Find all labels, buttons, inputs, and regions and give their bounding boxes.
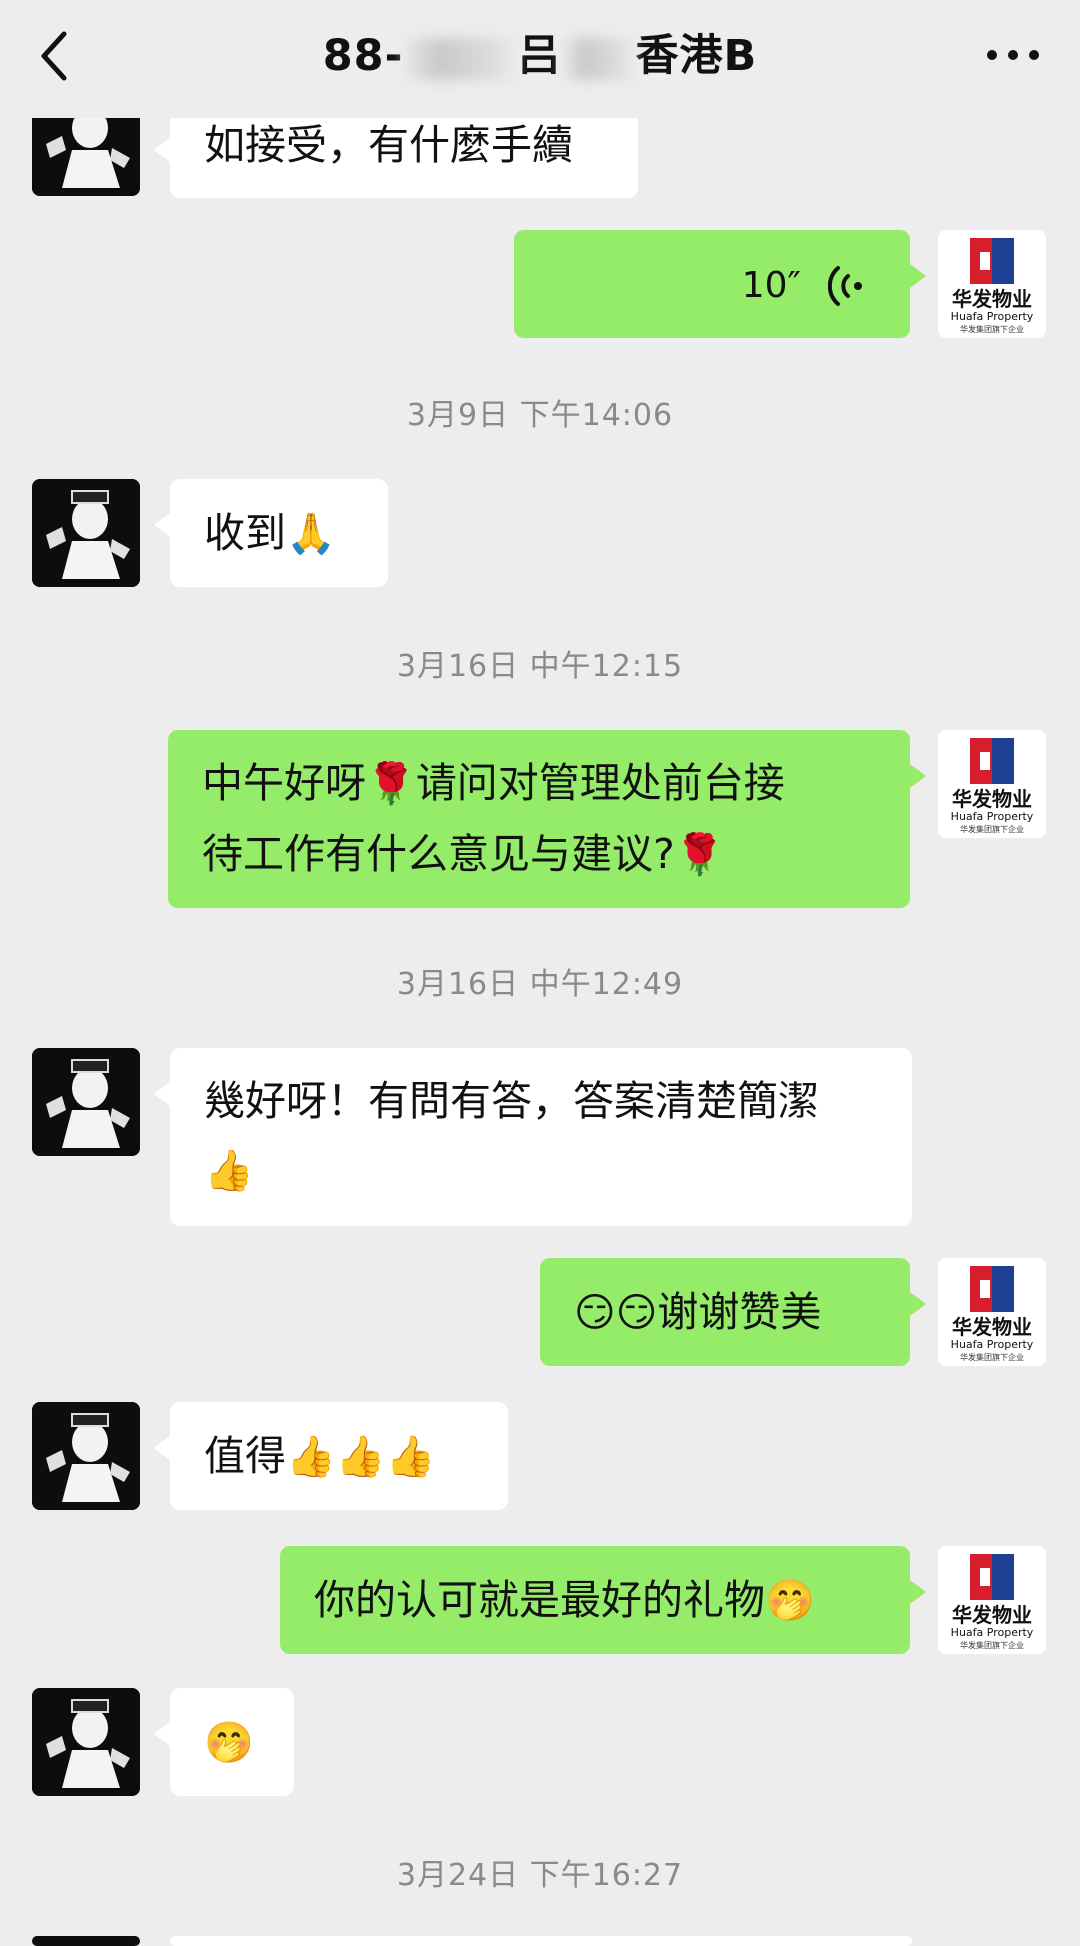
message-line: 待工作有什么意见与建议?🌹 (202, 819, 876, 890)
avatar-self[interactable]: 华发物业 Huafa Property 华发集团旗下企业 (938, 1546, 1046, 1654)
logo-name-cn: 华发物业 (952, 1603, 1032, 1627)
message-text: 幾好呀！有問有答，答案清楚簡潔 (204, 1077, 819, 1125)
avatar[interactable] (32, 1048, 140, 1156)
cartoon-avatar-icon (32, 1402, 140, 1510)
message-bubble-incoming[interactable] (170, 1936, 912, 1946)
voice-message-bubble[interactable]: 10″ (514, 230, 926, 338)
timestamp: 3月24日 下午16:27 (396, 1858, 684, 1893)
message-bubble-incoming[interactable]: 值得👍👍👍 (154, 1402, 508, 1510)
avatar[interactable] (32, 479, 140, 587)
title-prefix: 88- (322, 31, 404, 81)
avatar[interactable] (32, 1936, 140, 1946)
smirk-emoji: 😏😏 (574, 1290, 658, 1336)
logo-tagline: 华发集团旗下企业 (960, 324, 1024, 334)
message-line: 中午好呀🌹请问对管理处前台接 (202, 748, 876, 819)
message-bubble-incoming[interactable]: 收到🙏 (154, 479, 388, 587)
timestamp: 3月16日 中午12:15 (396, 649, 684, 684)
rose-emoji: 🌹 (366, 761, 416, 807)
message-text: 中午好呀 (202, 759, 366, 807)
thumbs-up-emoji: 👍 (204, 1148, 254, 1194)
message-bubble-outgoing[interactable]: 😏😏谢谢赞美 (540, 1258, 926, 1366)
shy-emoji: 🤭 (765, 1578, 815, 1624)
message-text: 待工作有什么意见与建议? (202, 830, 675, 878)
timestamp: 3月9日 下午14:06 (406, 398, 674, 433)
avatar[interactable] (32, 1402, 140, 1510)
logo-tagline: 华发集团旗下企业 (960, 824, 1024, 834)
thumbs-up-emoji: 👍👍👍 (286, 1434, 436, 1480)
huafa-logo-icon: 华发物业 Huafa Property 华发集团旗下企业 (938, 1258, 1046, 1366)
logo-name-en: Huafa Property (951, 310, 1034, 323)
logo-name-en: Huafa Property (951, 1626, 1034, 1639)
cartoon-avatar-icon (32, 479, 140, 587)
rose-emoji: 🌹 (674, 832, 725, 878)
voice-wave-icon (827, 266, 862, 306)
avatar[interactable] (32, 1688, 140, 1796)
redacted-block (405, 37, 516, 80)
logo-name-cn: 华发物业 (952, 787, 1032, 811)
logo-name-en: Huafa Property (951, 1338, 1034, 1351)
chat-title: 88- 吕 香港B (0, 26, 1080, 86)
timestamp: 3月16日 中午12:49 (396, 967, 684, 1002)
logo-name-cn: 华发物业 (952, 287, 1032, 311)
logo-tagline: 华发集团旗下企业 (960, 1352, 1024, 1362)
title-suffix: 香港B (635, 31, 758, 81)
voice-duration: 10″ (741, 265, 801, 306)
avatar-self[interactable]: 华发物业 Huafa Property 华发集团旗下企业 (938, 1258, 1046, 1366)
folded-hands-emoji: 🙏 (286, 511, 336, 557)
message-text: 收到 (204, 509, 286, 557)
redacted-block (563, 37, 634, 80)
logo-tagline: 华发集团旗下企业 (960, 1640, 1024, 1650)
message-bubble-incoming[interactable]: 🤭 (154, 1688, 294, 1796)
cartoon-avatar-icon (32, 1048, 140, 1156)
shy-emoji: 🤭 (204, 1720, 254, 1766)
title-mid: 吕 (517, 31, 562, 81)
message-text: 值得 (204, 1432, 286, 1480)
message-text: 如接受，有什麼手續 (204, 121, 573, 169)
more-dots-icon (987, 50, 1039, 60)
message-bubble-outgoing[interactable]: 你的认可就是最好的礼物🤭 (280, 1546, 926, 1654)
message-bubble-incoming[interactable]: 幾好呀！有問有答，答案清楚簡潔 👍 (154, 1048, 912, 1226)
huafa-logo-icon: 华发物业 Huafa Property 华发集团旗下企业 (938, 1546, 1046, 1654)
message-text: 你的认可就是最好的礼物 (314, 1576, 765, 1624)
chat-screen: 88- 吕 香港B 如接受，有什麼手續 10″ 华发物业 Huafa Proper… (0, 0, 1080, 1946)
huafa-logo-icon: 华发物业 Huafa Property 华发集团旗下企业 (938, 730, 1046, 838)
avatar-self[interactable]: 华发物业 Huafa Property 华发集团旗下企业 (938, 230, 1046, 338)
message-bubble-incoming[interactable]: 如接受，有什麼手續 (154, 104, 638, 198)
more-button[interactable] (978, 30, 1048, 80)
logo-name-cn: 华发物业 (952, 1315, 1032, 1339)
chat-header: 88- 吕 香港B (0, 0, 1080, 118)
cartoon-avatar-icon (32, 1688, 140, 1796)
message-text: 谢谢赞美 (657, 1288, 822, 1336)
message-bubble-outgoing[interactable]: 中午好呀🌹请问对管理处前台接 待工作有什么意见与建议?🌹 (168, 730, 926, 908)
logo-name-en: Huafa Property (951, 810, 1034, 823)
message-text: 请问对管理处前台接 (415, 759, 785, 807)
huafa-logo-icon: 华发物业 Huafa Property 华发集团旗下企业 (938, 230, 1046, 338)
avatar-self[interactable]: 华发物业 Huafa Property 华发集团旗下企业 (938, 730, 1046, 838)
